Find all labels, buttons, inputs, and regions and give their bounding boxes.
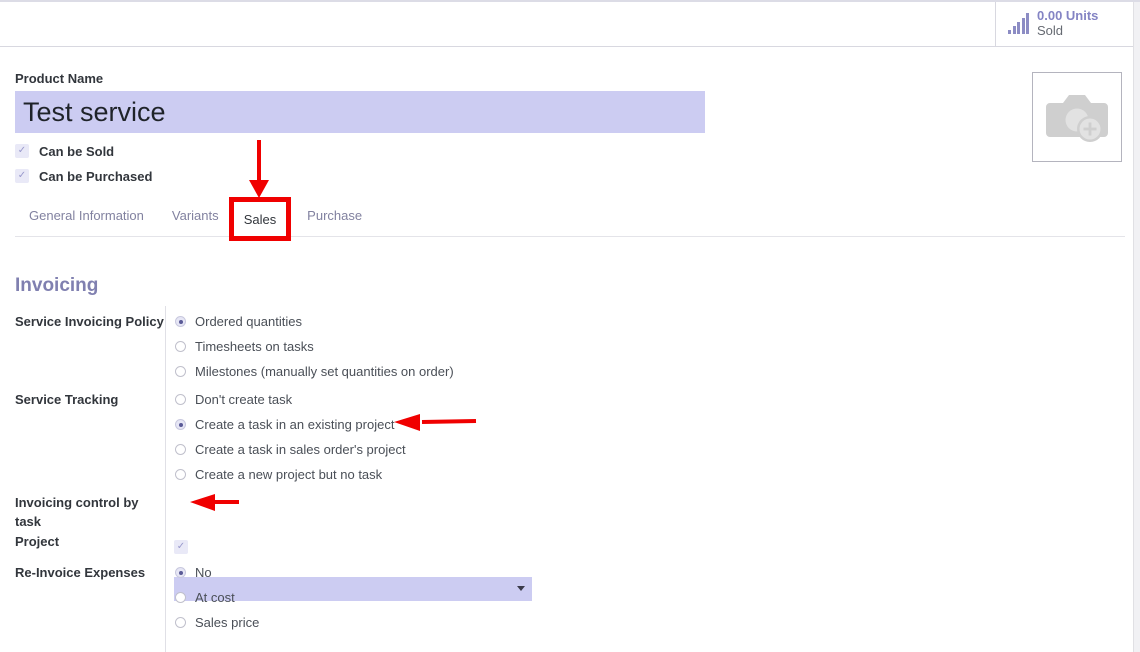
radio-sales-order-project[interactable] bbox=[175, 444, 186, 455]
service-invoicing-policy-label: Service Invoicing Policy bbox=[15, 314, 164, 329]
tab-variants[interactable]: Variants bbox=[158, 205, 233, 233]
radio-row-sales-price[interactable]: Sales price bbox=[175, 610, 259, 635]
product-image-upload[interactable] bbox=[1032, 72, 1122, 162]
radio-row-ordered-quantities[interactable]: Ordered quantities bbox=[175, 309, 454, 334]
radio-row-new-project-no-task[interactable]: Create a new project but no task bbox=[175, 462, 406, 487]
units-sold-label: Sold bbox=[1037, 23, 1064, 38]
radio-new-project-no-task[interactable] bbox=[175, 469, 186, 480]
service-tracking-options: Don't create task Create a task in an ex… bbox=[175, 387, 406, 487]
invoicing-control-by-task-label: Invoicing control by task bbox=[15, 495, 139, 529]
radio-sales-price[interactable] bbox=[175, 617, 186, 628]
reinvoice-expenses-options: No At cost Sales price bbox=[175, 560, 259, 635]
radio-milestones[interactable] bbox=[175, 366, 186, 377]
bar-chart-icon bbox=[1008, 13, 1029, 34]
radio-row-dont-create-task[interactable]: Don't create task bbox=[175, 387, 406, 412]
can-be-purchased-checkbox[interactable] bbox=[15, 169, 29, 183]
stat-bar: 0.00 Units Sold bbox=[0, 2, 1133, 47]
radio-label-new-project-no-task: Create a new project but no task bbox=[195, 467, 383, 482]
product-name-input[interactable] bbox=[15, 91, 705, 133]
reinvoice-expenses-label: Re-Invoice Expenses bbox=[15, 565, 146, 580]
tab-general-information[interactable]: General Information bbox=[15, 205, 158, 233]
radio-row-milestones[interactable]: Milestones (manually set quantities on o… bbox=[175, 359, 454, 384]
invoicing-control-by-task-checkbox[interactable] bbox=[174, 540, 188, 554]
service-invoicing-policy-options: Ordered quantities Timesheets on tasks M… bbox=[175, 309, 454, 384]
radio-at-cost[interactable] bbox=[175, 592, 186, 603]
radio-label-sales-order-project: Create a task in sales order's project bbox=[195, 442, 406, 457]
radio-label-at-cost: At cost bbox=[195, 590, 235, 605]
project-label: Project bbox=[15, 534, 60, 549]
radio-row-at-cost[interactable]: At cost bbox=[175, 585, 259, 610]
radio-dont-create-task[interactable] bbox=[175, 394, 186, 405]
radio-ordered-quantities[interactable] bbox=[175, 316, 186, 327]
can-be-purchased-label: Can be Purchased bbox=[39, 168, 153, 184]
camera-add-icon bbox=[1046, 95, 1108, 142]
invoicing-group-title: Invoicing bbox=[15, 275, 99, 296]
units-sold-stat-text: 0.00 Units Sold bbox=[1037, 8, 1099, 39]
can-be-sold-row[interactable]: Can be Sold bbox=[15, 142, 114, 160]
units-sold-value: 0.00 Units bbox=[1037, 8, 1099, 24]
radio-label-no: No bbox=[195, 565, 212, 580]
radio-label-dont-create-task: Don't create task bbox=[195, 392, 293, 407]
vertical-scrollbar[interactable] bbox=[1133, 2, 1140, 652]
radio-row-no[interactable]: No bbox=[175, 560, 259, 585]
tab-bar: General Information Variants Sales Purch… bbox=[15, 205, 1125, 237]
radio-label-milestones: Milestones (manually set quantities on o… bbox=[195, 364, 454, 379]
radio-existing-project[interactable] bbox=[175, 419, 186, 430]
can-be-purchased-row[interactable]: Can be Purchased bbox=[15, 167, 152, 185]
tab-purchase[interactable]: Purchase bbox=[293, 205, 376, 233]
can-be-sold-label: Can be Sold bbox=[39, 143, 115, 159]
form-sheet: Product Name Can be Sold Can be Purchase… bbox=[0, 47, 1133, 652]
units-sold-stat-button[interactable]: 0.00 Units Sold bbox=[995, 2, 1133, 46]
fields-divider bbox=[165, 306, 166, 652]
radio-row-sales-order-project[interactable]: Create a task in sales order's project bbox=[175, 437, 406, 462]
tab-sales[interactable]: Sales bbox=[229, 197, 291, 241]
chevron-down-icon bbox=[517, 586, 525, 591]
radio-label-timesheets-on-tasks: Timesheets on tasks bbox=[195, 339, 314, 354]
radio-row-timesheets-on-tasks[interactable]: Timesheets on tasks bbox=[175, 334, 454, 359]
service-tracking-label: Service Tracking bbox=[15, 392, 119, 407]
radio-row-existing-project[interactable]: Create a task in an existing project bbox=[175, 412, 406, 437]
product-name-label: Product Name bbox=[15, 71, 104, 86]
radio-no[interactable] bbox=[175, 567, 186, 578]
product-form-page: 0.00 Units Sold Product Name Can be Sold… bbox=[0, 0, 1140, 652]
radio-timesheets-on-tasks[interactable] bbox=[175, 341, 186, 352]
radio-label-existing-project: Create a task in an existing project bbox=[195, 417, 395, 432]
radio-label-sales-price: Sales price bbox=[195, 615, 260, 630]
radio-label-ordered-quantities: Ordered quantities bbox=[195, 314, 302, 329]
can-be-sold-checkbox[interactable] bbox=[15, 144, 29, 158]
